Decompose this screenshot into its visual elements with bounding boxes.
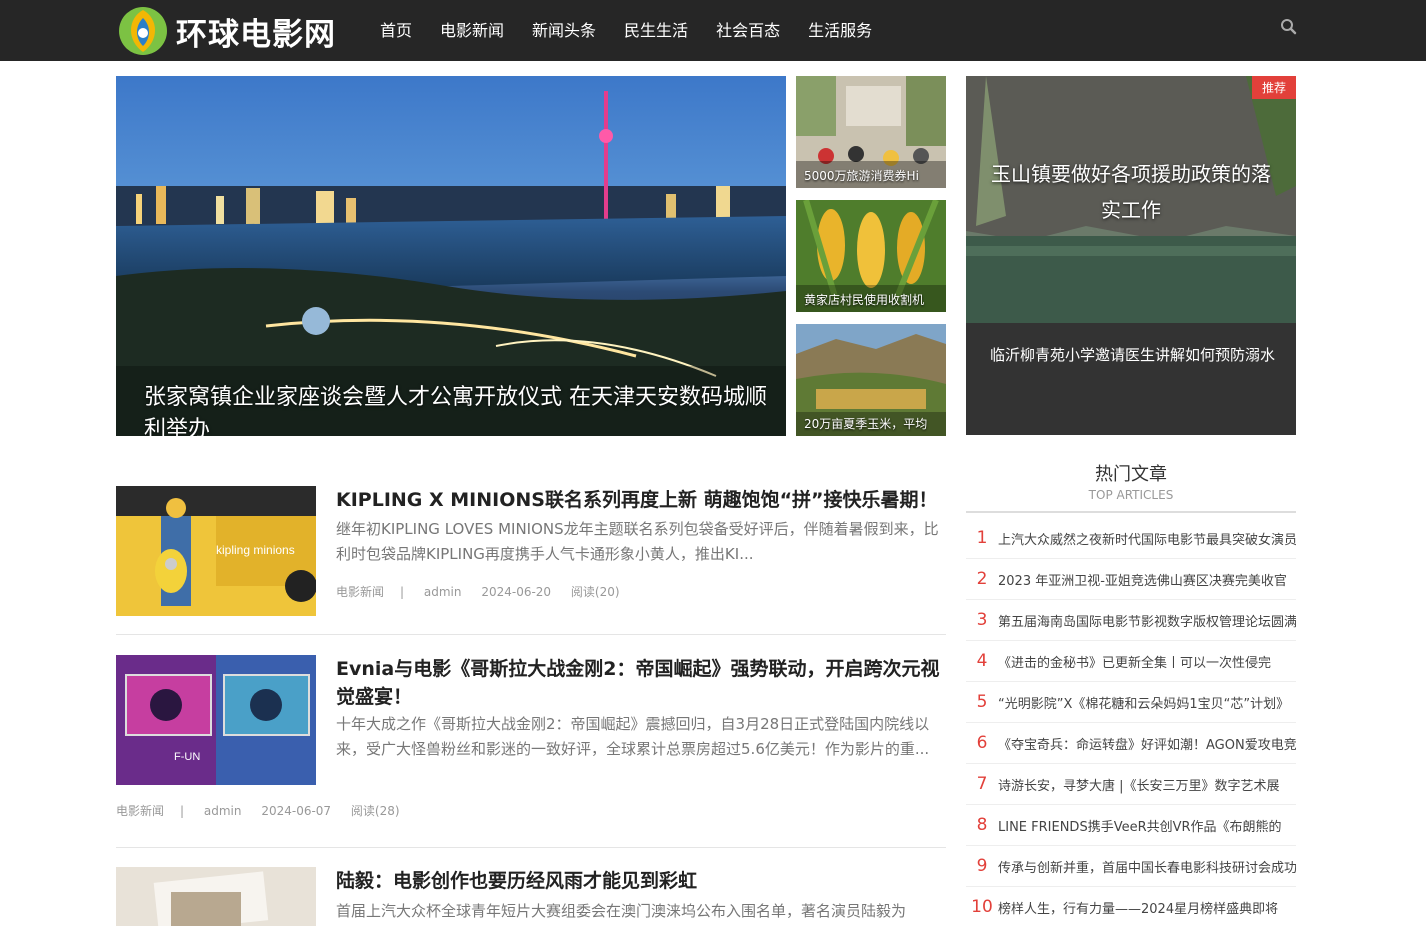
site-header: 环球电影网 首页 电影新闻 新闻头条 民生生活 社会百态 生活服务	[0, 0, 1426, 61]
recommend-card[interactable]: 推荐 玉山镇要做好各项援助政策的落实工作 临沂柳青苑小学邀请医生讲解如何预防溺水	[966, 76, 1296, 435]
recommend-badge: 推荐	[1251, 76, 1296, 99]
article-views: 阅读(28)	[350, 804, 400, 818]
hot-articles-subtitle: TOP ARTICLES	[1088, 488, 1174, 502]
nav-society[interactable]: 社会百态	[702, 0, 794, 61]
hot-article-title[interactable]: LINE FRIENDS携手VeeR共创VR作品《布朗熊的	[998, 816, 1282, 835]
article-title[interactable]: KIPLING X MINIONS联名系列再度上新 萌趣饱饱“拼”接快乐暑期！	[336, 486, 946, 514]
article-excerpt: 继年初KIPLING LOVES MINIONS龙年主题联名系列包袋备受好评后，…	[336, 520, 939, 563]
article-item: 陆毅：电影创作也要历经风雨才能见到彩虹 首届上汽大众杯全球青年短片大赛组委会在澳…	[116, 867, 946, 926]
svg-text:F-UN: F-UN	[174, 751, 200, 763]
nav-livelihood[interactable]: 民生生活	[610, 0, 702, 61]
hot-article-title[interactable]: 榜样人生，行有力量——2024星月榜样盛典即将	[998, 898, 1278, 917]
article-thumbnail[interactable]	[116, 867, 316, 926]
hot-articles-list: 1 上汽大众威然之夜新时代国际电影节最具突破女演员 2 2023 年亚洲卫视-亚姐竞选…	[966, 518, 1296, 926]
search-icon[interactable]	[1278, 16, 1300, 38]
logo-icon	[118, 6, 168, 56]
article-title[interactable]: Evnia与电影《哥斯拉大战金刚2：帝国崛起》强势联动，开启跨次元视觉盛宴！	[336, 655, 946, 711]
nav-headlines[interactable]: 新闻头条	[518, 0, 610, 61]
hero-thumb-2[interactable]: 黄家店村民使用收割机	[796, 200, 946, 312]
hot-article-title[interactable]: 《夺宝奇兵：命运转盘》好评如潮！AGON爱攻电竞	[998, 734, 1296, 753]
hot-article-rank: 7	[976, 774, 988, 794]
hot-article-item[interactable]: 4 《进击的金秘书》已更新全集丨可以一次性侵完	[966, 641, 1296, 682]
thumb-title: 5000万旅游消费券Hi	[804, 169, 919, 183]
hot-article-title[interactable]: 诗游长安，寻梦大唐 |《长安三万里》数字艺术展	[998, 775, 1280, 794]
hot-article-rank: 10	[971, 897, 993, 917]
article-category[interactable]: 电影新闻	[116, 804, 164, 818]
hero-thumb-1[interactable]: 5000万旅游消费券Hi	[796, 76, 946, 188]
article-thumbnail[interactable]: kipling minions	[116, 486, 316, 616]
divider	[966, 511, 1296, 513]
divider	[116, 847, 946, 848]
hot-article-item[interactable]: 6 《夺宝奇兵：命运转盘》好评如潮！AGON爱攻电竞	[966, 723, 1296, 764]
hot-article-title[interactable]: 第五届海南岛国际电影节影视数字版权管理论坛圆满	[998, 611, 1296, 630]
hero-main-slide[interactable]: 张家窝镇企业家座谈会暨人才公寓开放仪式 在天津天安数码城顺利举办	[116, 76, 786, 436]
nav-home[interactable]: 首页	[366, 0, 426, 61]
hot-article-title[interactable]: 传承与创新并重，首届中国长春电影科技研讨会成功	[998, 857, 1296, 876]
thumb-title: 黄家店村民使用收割机	[804, 293, 925, 307]
hot-articles-title: 热门文章	[1095, 464, 1167, 485]
hot-article-rank: 8	[976, 815, 988, 835]
site-name: 环球电影网	[176, 16, 336, 53]
hot-article-rank: 9	[976, 856, 988, 876]
article-excerpt: 十年大成之作《哥斯拉大战金刚2：帝国崛起》震撼回归，自3月28日正式登陆国内院线…	[336, 715, 930, 758]
hot-article-item[interactable]: 2 2023 年亚洲卫视-亚姐竞选佛山赛区决赛完美收官	[966, 559, 1296, 600]
hot-article-item[interactable]: 1 上汽大众威然之夜新时代国际电影节最具突破女演员	[966, 518, 1296, 559]
hot-article-title[interactable]: “光明影院”X《棉花糖和云朵妈妈1宝贝“芯”计划》	[998, 693, 1289, 712]
site-logo[interactable]: 环球电影网	[118, 6, 336, 56]
article-views: 阅读(20)	[570, 585, 620, 599]
article-thumbnail[interactable]: F-UN	[116, 655, 316, 785]
hero-main-title[interactable]: 张家窝镇企业家座谈会暨人才公寓开放仪式 在天津天安数码城顺利举办	[144, 382, 774, 436]
hot-article-rank: 3	[976, 610, 988, 630]
hero-thumb-3[interactable]: 20万亩夏季玉米，平均	[796, 324, 946, 436]
hot-article-item[interactable]: 3 第五届海南岛国际电影节影视数字版权管理论坛圆满	[966, 600, 1296, 641]
hot-article-rank: 5	[976, 692, 988, 712]
hot-article-item[interactable]: 5 “光明影院”X《棉花糖和云朵妈妈1宝贝“芯”计划》	[966, 682, 1296, 723]
hot-article-title[interactable]: 《进击的金秘书》已更新全集丨可以一次性侵完	[998, 652, 1271, 671]
article-meta: 电影新闻 | admin 2024-06-20 阅读(20)	[336, 585, 620, 599]
article-author[interactable]: admin	[424, 585, 462, 599]
hot-article-item[interactable]: 7 诗游长安，寻梦大唐 |《长安三万里》数字艺术展	[966, 764, 1296, 805]
nav-services[interactable]: 生活服务	[794, 0, 886, 61]
article-meta: 电影新闻 | admin 2024-06-07 阅读(28)	[116, 804, 400, 818]
hot-article-item[interactable]: 10 榜样人生，行有力量——2024星月榜样盛典即将	[966, 887, 1296, 926]
main-nav: 首页 电影新闻 新闻头条 民生生活 社会百态 生活服务	[366, 0, 886, 61]
hot-article-rank: 2	[976, 569, 988, 589]
article-item: F-UN Evnia与电影《哥斯拉大战金刚2：帝国崛起》强势联动，开启跨次元视觉…	[116, 655, 946, 825]
article-author[interactable]: admin	[204, 804, 242, 818]
article-item: kipling minions KIPLING X MINIONS联名系列再度上…	[116, 486, 946, 616]
hot-article-rank: 6	[976, 733, 988, 753]
nav-movie-news[interactable]: 电影新闻	[426, 0, 518, 61]
article-category[interactable]: 电影新闻	[336, 585, 384, 599]
hot-article-rank: 4	[976, 651, 988, 671]
hot-article-title[interactable]: 上汽大众威然之夜新时代国际电影节最具突破女演员	[998, 529, 1296, 548]
hot-article-item[interactable]: 8 LINE FRIENDS携手VeeR共创VR作品《布朗熊的	[966, 805, 1296, 846]
hot-article-rank: 1	[976, 528, 988, 548]
article-excerpt: 首届上汽大众杯全球青年短片大赛组委会在澳门澳涞坞公布入围名单，著名演员陆毅为	[336, 902, 907, 920]
hot-article-item[interactable]: 9 传承与创新并重，首届中国长春电影科技研讨会成功	[966, 846, 1296, 887]
thumb-title: 20万亩夏季玉米，平均	[804, 417, 928, 431]
recommend-title[interactable]: 玉山镇要做好各项援助政策的落实工作	[990, 156, 1272, 228]
divider	[116, 634, 946, 635]
article-date: 2024-06-20	[481, 585, 552, 599]
svg-text:kipling minions: kipling minions	[216, 543, 295, 557]
hot-article-title[interactable]: 2023 年亚洲卫视-亚姐竞选佛山赛区决赛完美收官	[998, 570, 1287, 589]
article-date: 2024-06-07	[261, 804, 332, 818]
hot-articles-header: 热门文章 TOP ARTICLES	[966, 462, 1296, 502]
article-title[interactable]: 陆毅：电影创作也要历经风雨才能见到彩虹	[336, 867, 946, 895]
recommend-caption[interactable]: 临沂柳青苑小学邀请医生讲解如何预防溺水	[990, 344, 1275, 365]
